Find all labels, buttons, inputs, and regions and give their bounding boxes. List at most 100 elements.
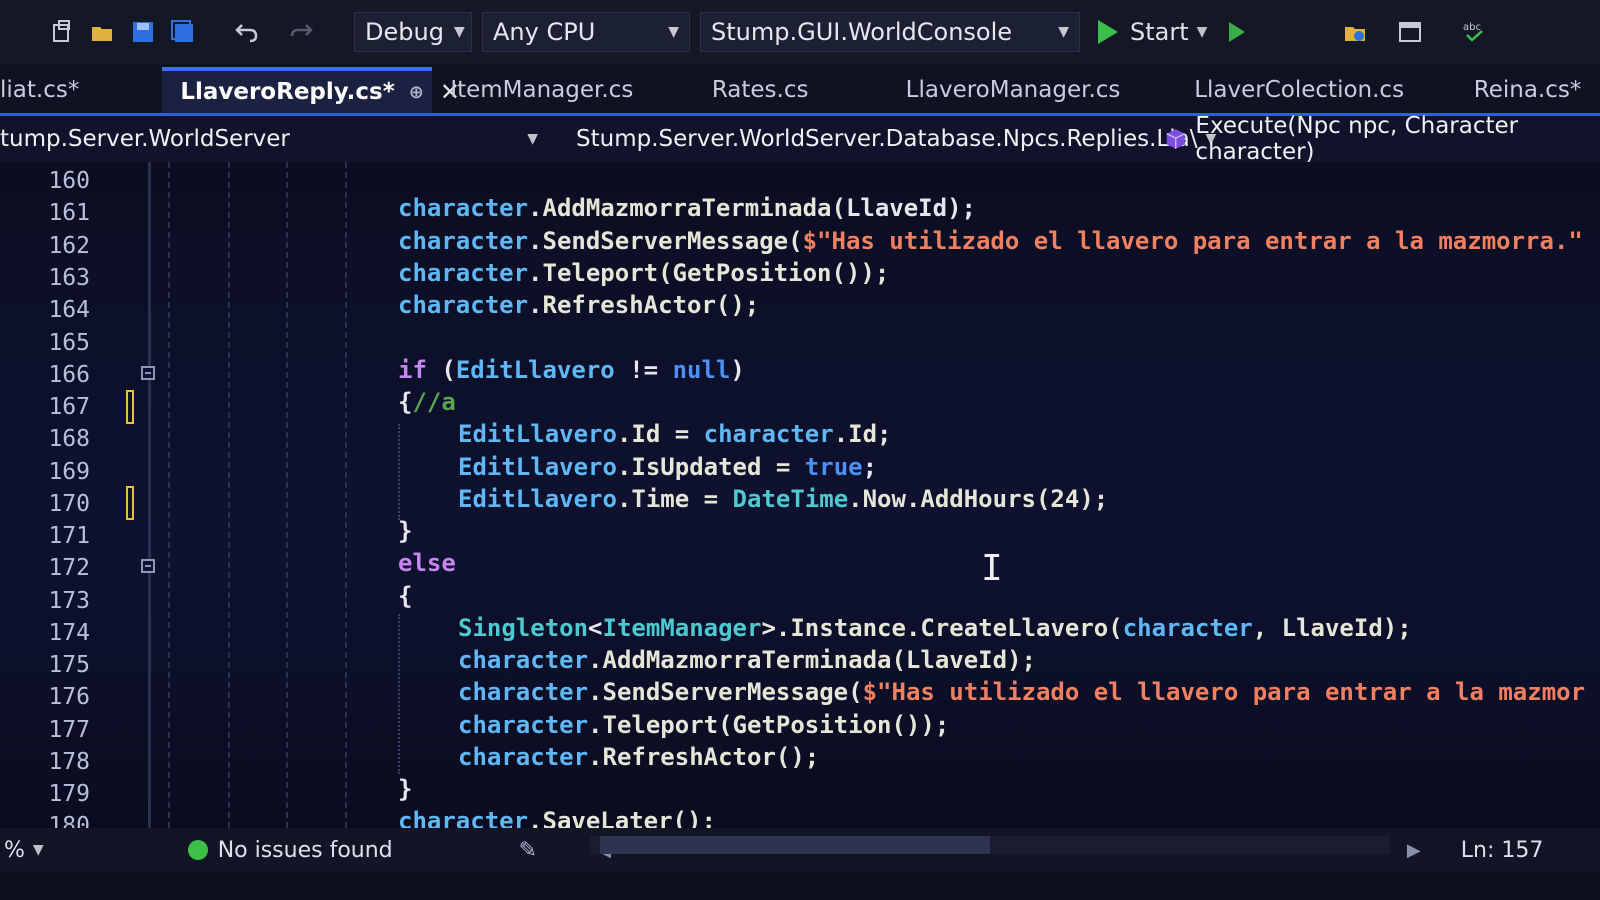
redo-icon[interactable] xyxy=(284,15,318,49)
start-label: Start xyxy=(1130,18,1189,46)
code-line-178: character.RefreshActor(); xyxy=(458,743,819,771)
code-line-164: character.RefreshActor(); xyxy=(398,291,759,319)
code-line-161: character.AddMazmorraTerminada(LlaveId); xyxy=(398,194,976,222)
code-line-172: else xyxy=(398,549,456,577)
tab-llaveroreply[interactable]: LlaveroReply.cs* ⊕ ✕ xyxy=(162,67,460,113)
start-without-debug-icon[interactable] xyxy=(1229,22,1246,42)
tab-label: LlaverColection.cs xyxy=(1194,77,1405,103)
chevron-down-icon: ▼ xyxy=(527,131,538,147)
code-token: .AddMazmorraTerminada( xyxy=(528,194,846,222)
code-line-166: if (EditLlavero != null) xyxy=(398,356,745,384)
tab-rates[interactable]: Rates.cs xyxy=(694,67,888,113)
startup-project-combo[interactable]: Stump.GUI.WorldConsole ▼ xyxy=(700,12,1080,52)
issues-status[interactable]: No issues found xyxy=(218,838,393,863)
code-token: .RefreshActor(); xyxy=(588,743,820,771)
code-token: ) xyxy=(730,356,745,384)
open-folder-icon[interactable] xyxy=(86,15,120,49)
code-token: character xyxy=(703,420,834,448)
code-token: .Time = xyxy=(616,485,733,513)
code-token: } xyxy=(398,517,413,545)
code-token: Singleton xyxy=(458,614,589,642)
new-project-icon[interactable] xyxy=(46,15,80,49)
code-line-170: EditLlavero.Time = DateTime.Now.AddHours… xyxy=(458,485,1108,513)
code-token: ); xyxy=(947,194,976,222)
code-token: $"Has utilizado el llavero para entrar a… xyxy=(862,678,1586,706)
solution-platform-value: Any CPU xyxy=(493,18,596,46)
code-editor[interactable]: 160 161 162 163 164 165 166 167 168 169 … xyxy=(0,162,1600,848)
chevron-down-icon: ▼ xyxy=(668,24,679,40)
code-token: character xyxy=(458,678,589,706)
project-name: tump.Server.WorldServer xyxy=(0,126,290,152)
tab-llaveromanager[interactable]: LlaveroManager.cs xyxy=(888,67,1177,113)
window-layout-icon[interactable] xyxy=(1393,15,1427,49)
spell-check-icon[interactable]: abc xyxy=(1457,15,1491,49)
code-token: $"Has utilizado el llavero para entrar a… xyxy=(802,227,1583,255)
code-token: true xyxy=(804,453,863,481)
type-name: Stump.Server.WorldServer.Database.Npcs.R… xyxy=(576,126,1198,152)
chevron-down-icon: ▼ xyxy=(1196,24,1208,40)
code-line-167: {//a xyxy=(398,388,456,416)
method-cube-icon xyxy=(1166,129,1186,149)
code-token: null xyxy=(672,356,731,384)
tab-label: LlaveroReply.cs* xyxy=(180,79,395,105)
code-area[interactable]: character.AddMazmorraTerminada(LlaveId);… xyxy=(0,162,1600,848)
project-dropdown[interactable]: tump.Server.WorldServer ▼ xyxy=(0,126,550,152)
code-token: < xyxy=(588,614,603,642)
code-token: ( xyxy=(426,356,456,384)
member-dropdown[interactable]: Execute(Npc npc, Character character) xyxy=(1150,113,1600,165)
code-token: character xyxy=(458,646,589,674)
code-token: { xyxy=(398,582,413,610)
code-token: EditLlavero xyxy=(455,356,615,384)
zoom-level[interactable]: % xyxy=(4,838,25,863)
line-column-indicator[interactable]: Ln: 157 xyxy=(1461,838,1544,863)
no-issues-icon xyxy=(187,840,208,860)
solution-configuration-value: Debug xyxy=(365,18,444,46)
start-play-icon xyxy=(1098,20,1118,44)
code-token: DateTime xyxy=(732,485,849,513)
save-all-icon[interactable] xyxy=(166,15,200,49)
code-line-179: } xyxy=(398,775,412,803)
code-token: .Teleport(GetPosition()); xyxy=(528,259,890,287)
code-token: } xyxy=(398,775,413,803)
code-line-175: character.AddMazmorraTerminada(LlaveId); xyxy=(458,646,1036,674)
scroll-right-icon[interactable]: ▶ xyxy=(1407,840,1421,861)
code-line-173: { xyxy=(398,582,412,610)
code-line-169: EditLlavero.IsUpdated = true; xyxy=(458,453,877,481)
code-token: character xyxy=(398,227,529,255)
main-toolbar: Debug ▼ Any CPU ▼ Stump.GUI.WorldConsole… xyxy=(0,0,1600,64)
code-token: else xyxy=(398,549,456,577)
code-token: if xyxy=(398,356,427,384)
code-token: character xyxy=(458,711,589,739)
code-token: , LlaveId); xyxy=(1252,614,1412,642)
startup-project-value: Stump.GUI.WorldConsole xyxy=(711,18,1013,46)
bottom-strip xyxy=(0,872,1600,900)
solution-configuration-combo[interactable]: Debug ▼ xyxy=(354,12,472,52)
navigation-bar: tump.Server.WorldServer ▼ Stump.Server.W… xyxy=(0,113,1600,165)
tab-llavercolection[interactable]: LlaverColection.cs xyxy=(1176,67,1456,113)
chevron-down-icon[interactable]: ▼ xyxy=(33,842,44,858)
code-token: .SendServerMessage( xyxy=(528,227,803,255)
tab-label: Rates.cs xyxy=(711,77,809,103)
scrollbar-thumb[interactable] xyxy=(600,836,990,854)
tab-reina[interactable]: Reina.cs* xyxy=(1456,67,1600,113)
code-token: character xyxy=(398,194,529,222)
tab-itemmanager[interactable]: ItemManager.cs xyxy=(432,67,694,113)
code-token: character xyxy=(398,259,529,287)
tab-liat[interactable]: liat.cs* xyxy=(0,67,162,113)
solution-explorer-icon[interactable] xyxy=(1339,15,1373,49)
save-icon[interactable] xyxy=(126,15,160,49)
code-line-168: EditLlavero.Id = character.Id; xyxy=(458,420,892,448)
undo-icon[interactable] xyxy=(230,15,264,49)
code-token: { xyxy=(398,388,413,416)
code-token: .SendServerMessage( xyxy=(588,678,863,706)
code-token: //a xyxy=(412,388,456,416)
start-button[interactable]: Start ▼ xyxy=(1098,18,1246,46)
chevron-down-icon: ▼ xyxy=(453,24,465,40)
type-dropdown[interactable]: Stump.Server.WorldServer.Database.Npcs.R… xyxy=(550,126,1216,152)
pin-icon[interactable]: ⊕ xyxy=(409,82,424,103)
code-line-177: character.Teleport(GetPosition()); xyxy=(458,711,949,739)
brush-icon[interactable]: ✎ xyxy=(519,838,537,863)
code-token: LlaveId xyxy=(845,194,948,222)
solution-platform-combo[interactable]: Any CPU ▼ xyxy=(482,12,690,52)
code-token: ; xyxy=(862,453,878,481)
